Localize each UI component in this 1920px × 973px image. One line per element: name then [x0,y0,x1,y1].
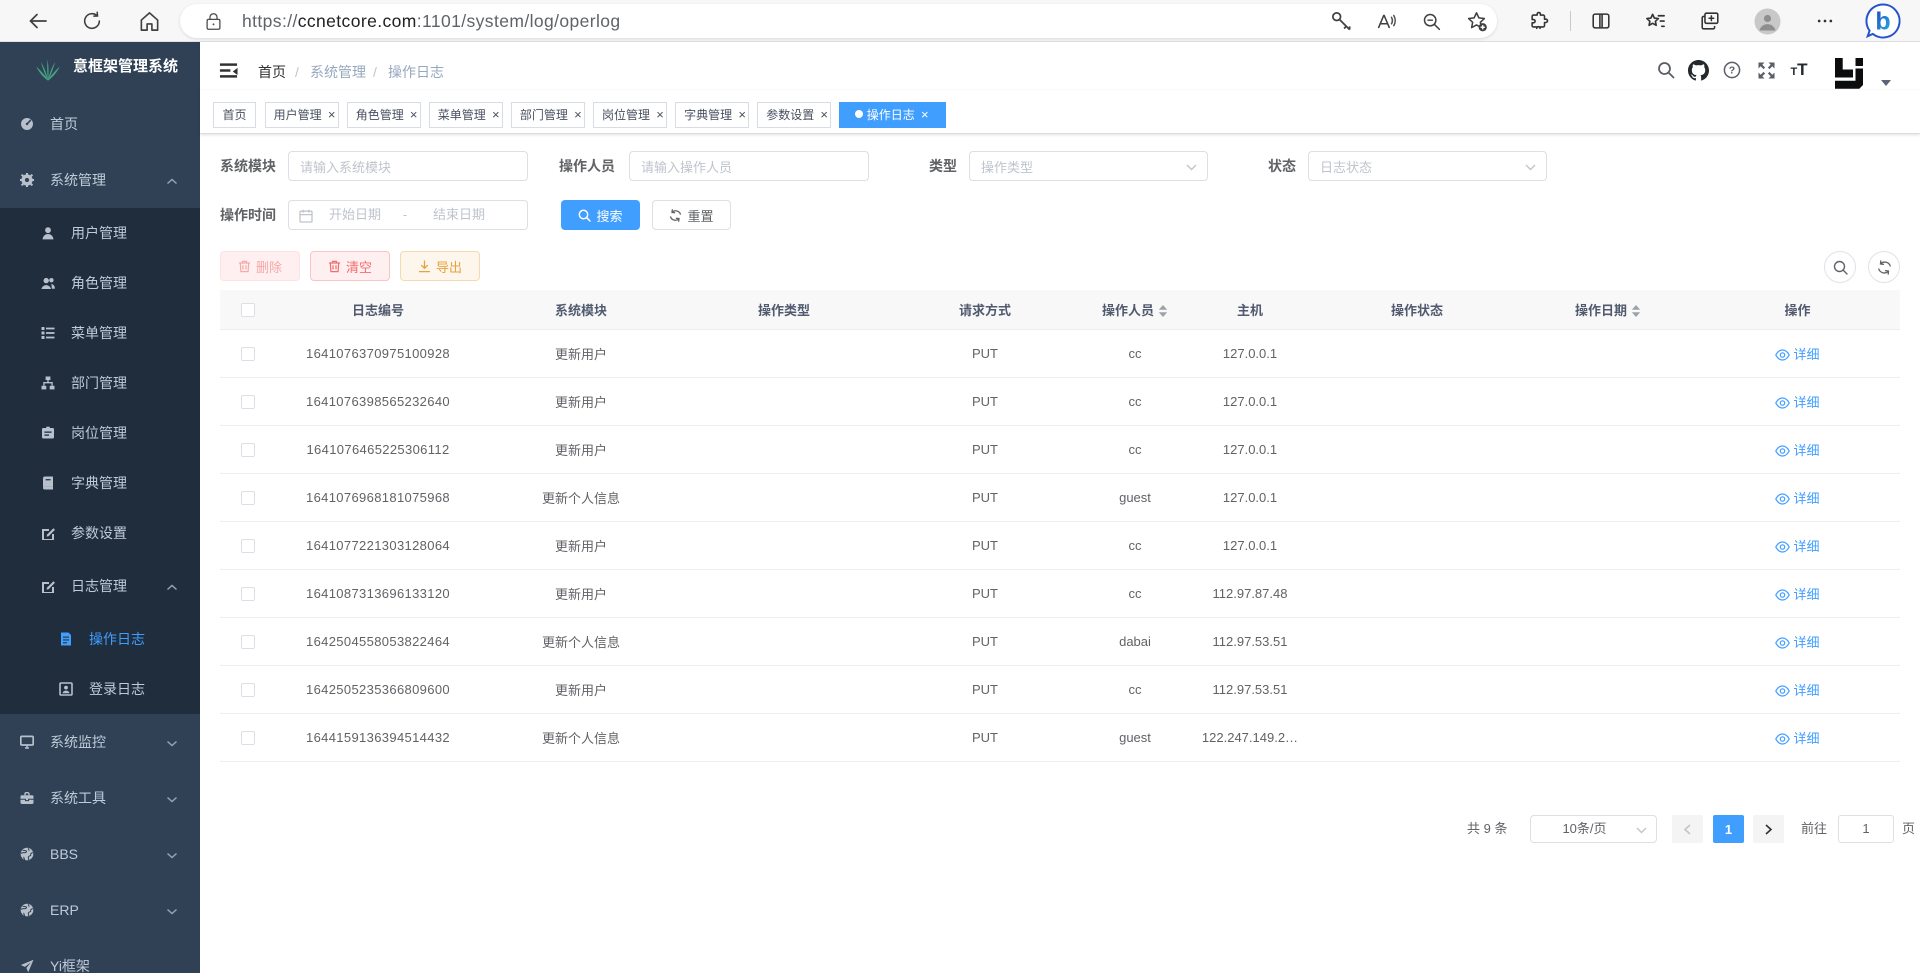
svg-text:b: b [1875,8,1890,36]
svg-text:?: ? [1729,65,1735,77]
